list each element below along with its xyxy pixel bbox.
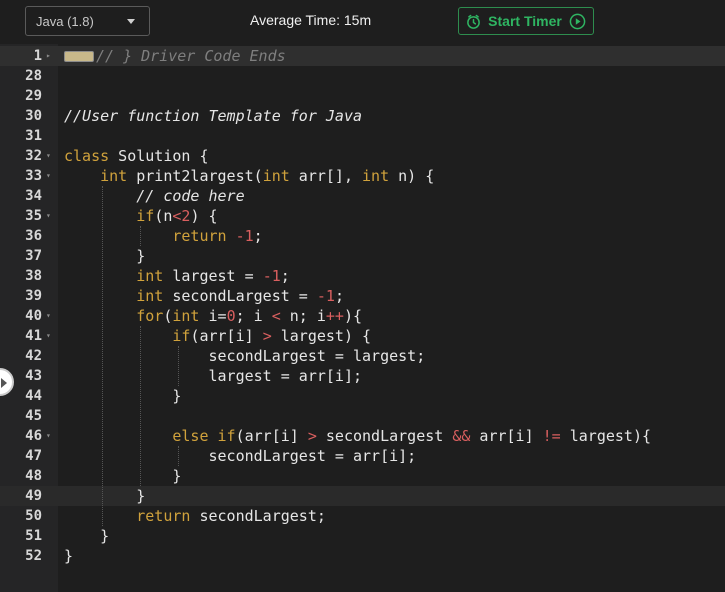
- code-text: else if(arr[i] > secondLargest && arr[i]…: [172, 427, 652, 445]
- code-line[interactable]: 45: [0, 406, 725, 426]
- code-editor[interactable]: 1 ▸ // } Driver Code Ends 28 29 30 //Use…: [0, 44, 725, 592]
- code-line[interactable]: 46 ▾ else if(arr[i] > secondLargest && a…: [0, 426, 725, 446]
- line-number: 35: [25, 208, 42, 224]
- code-line[interactable]: 33 ▾ int print2largest(int arr[], int n)…: [0, 166, 725, 186]
- fold-arrow-icon[interactable]: ▸: [46, 46, 51, 66]
- code-text: return secondLargest;: [136, 507, 326, 525]
- code-text: }: [64, 547, 74, 565]
- indent-guide: [102, 186, 103, 526]
- code-text: //User function Template for Java: [64, 107, 363, 125]
- line-number: 40: [25, 308, 42, 324]
- code-text: int print2largest(int arr[], int n) {: [100, 167, 435, 185]
- code-text: for(int i=0; i < n; i++){: [136, 307, 363, 325]
- code-text: class Solution {: [64, 147, 209, 165]
- code-line[interactable]: 34 // code here: [0, 186, 725, 206]
- code-text: }: [64, 247, 146, 265]
- line-number: 32: [25, 148, 42, 164]
- indent-guide: [140, 226, 141, 246]
- folded-code-marker[interactable]: [64, 51, 94, 62]
- code-line[interactable]: 28: [0, 66, 725, 86]
- line-number: 37: [25, 248, 42, 264]
- line-number: 46: [25, 428, 42, 444]
- code-text: int largest = -1;: [136, 267, 290, 285]
- line-number: 39: [25, 288, 42, 304]
- code-text: }: [64, 527, 110, 545]
- line-number: 30: [25, 108, 42, 124]
- start-timer-button[interactable]: Start Timer: [458, 7, 594, 35]
- line-number: 45: [25, 408, 42, 424]
- code-line[interactable]: 51 }: [0, 526, 725, 546]
- editor-toolbar: Java (1.8) Average Time: 15m Start Timer: [0, 0, 725, 42]
- code-line[interactable]: 48 }: [0, 466, 725, 486]
- fold-arrow-icon[interactable]: ▾: [46, 426, 51, 446]
- code-line[interactable]: 32 ▾ class Solution {: [0, 146, 725, 166]
- line-number: 52: [25, 548, 42, 564]
- line-number: 29: [25, 88, 42, 104]
- code-line[interactable]: 36 return -1;: [0, 226, 725, 246]
- code-line[interactable]: 50 return secondLargest;: [0, 506, 725, 526]
- line-number: 31: [25, 128, 42, 144]
- line-number: 28: [25, 68, 42, 84]
- timer-icon: [467, 14, 481, 29]
- line-number: 41: [25, 328, 42, 344]
- indent-guide: [178, 446, 179, 466]
- line-number: 33: [25, 168, 42, 184]
- language-select-value: Java (1.8): [36, 13, 94, 29]
- line-number: 49: [25, 488, 42, 504]
- code-text: // } Driver Code Ends: [64, 46, 286, 66]
- code-line[interactable]: 39 int secondLargest = -1;: [0, 286, 725, 306]
- code-text: largest = arr[i];: [64, 367, 363, 385]
- code-text: }: [64, 487, 146, 505]
- play-circle-icon: [569, 13, 586, 29]
- fold-arrow-icon[interactable]: ▾: [46, 306, 51, 326]
- start-timer-label: Start Timer: [488, 13, 562, 29]
- code-text: }: [64, 387, 182, 405]
- code-line[interactable]: 30 //User function Template for Java: [0, 106, 725, 126]
- code-text: int secondLargest = -1;: [136, 287, 344, 305]
- code-line[interactable]: 37 }: [0, 246, 725, 266]
- code-line[interactable]: 29: [0, 86, 725, 106]
- fold-arrow-icon[interactable]: ▾: [46, 166, 51, 186]
- code-line[interactable]: 35 ▾ if(n<2) {: [0, 206, 725, 226]
- code-line[interactable]: 41 ▾ if(arr[i] > largest) {: [0, 326, 725, 346]
- fold-arrow-icon[interactable]: ▾: [46, 326, 51, 346]
- code-text: if(arr[i] > largest) {: [172, 327, 372, 345]
- line-number: 42: [25, 348, 42, 364]
- line-number: 38: [25, 268, 42, 284]
- chevron-down-icon: [127, 19, 135, 24]
- code-line[interactable]: 42 secondLargest = largest;: [0, 346, 725, 366]
- line-number: 50: [25, 508, 42, 524]
- code-line-active[interactable]: 49 }: [0, 486, 725, 506]
- fold-arrow-icon[interactable]: ▾: [46, 206, 51, 226]
- line-number: 51: [25, 528, 42, 544]
- code-text: return -1;: [172, 227, 263, 245]
- average-time-label: Average Time: 15m: [250, 12, 372, 28]
- code-line[interactable]: 44 }: [0, 386, 725, 406]
- code-line[interactable]: 40 ▾ for(int i=0; i < n; i++){: [0, 306, 725, 326]
- indent-guide: [140, 326, 141, 486]
- code-text: if(n<2) {: [136, 207, 218, 225]
- code-line[interactable]: 1 ▸ // } Driver Code Ends: [0, 46, 725, 66]
- line-number: 47: [25, 448, 42, 464]
- indent-guide: [178, 346, 179, 386]
- code-line[interactable]: 43 largest = arr[i];: [0, 366, 725, 386]
- code-line[interactable]: 47 secondLargest = arr[i];: [0, 446, 725, 466]
- fold-arrow-icon[interactable]: ▾: [46, 146, 51, 166]
- code-text: // code here: [64, 187, 245, 205]
- code-text: secondLargest = largest;: [64, 347, 426, 365]
- language-select[interactable]: Java (1.8): [25, 6, 150, 36]
- line-number: 34: [25, 188, 42, 204]
- code-line[interactable]: 52 }: [0, 546, 725, 566]
- line-number: 1: [33, 48, 42, 64]
- line-number: 36: [25, 228, 42, 244]
- code-text: secondLargest = arr[i];: [64, 447, 417, 465]
- code-text: }: [64, 467, 182, 485]
- code-line[interactable]: 31: [0, 126, 725, 146]
- code-line[interactable]: 38 int largest = -1;: [0, 266, 725, 286]
- line-number: 48: [25, 468, 42, 484]
